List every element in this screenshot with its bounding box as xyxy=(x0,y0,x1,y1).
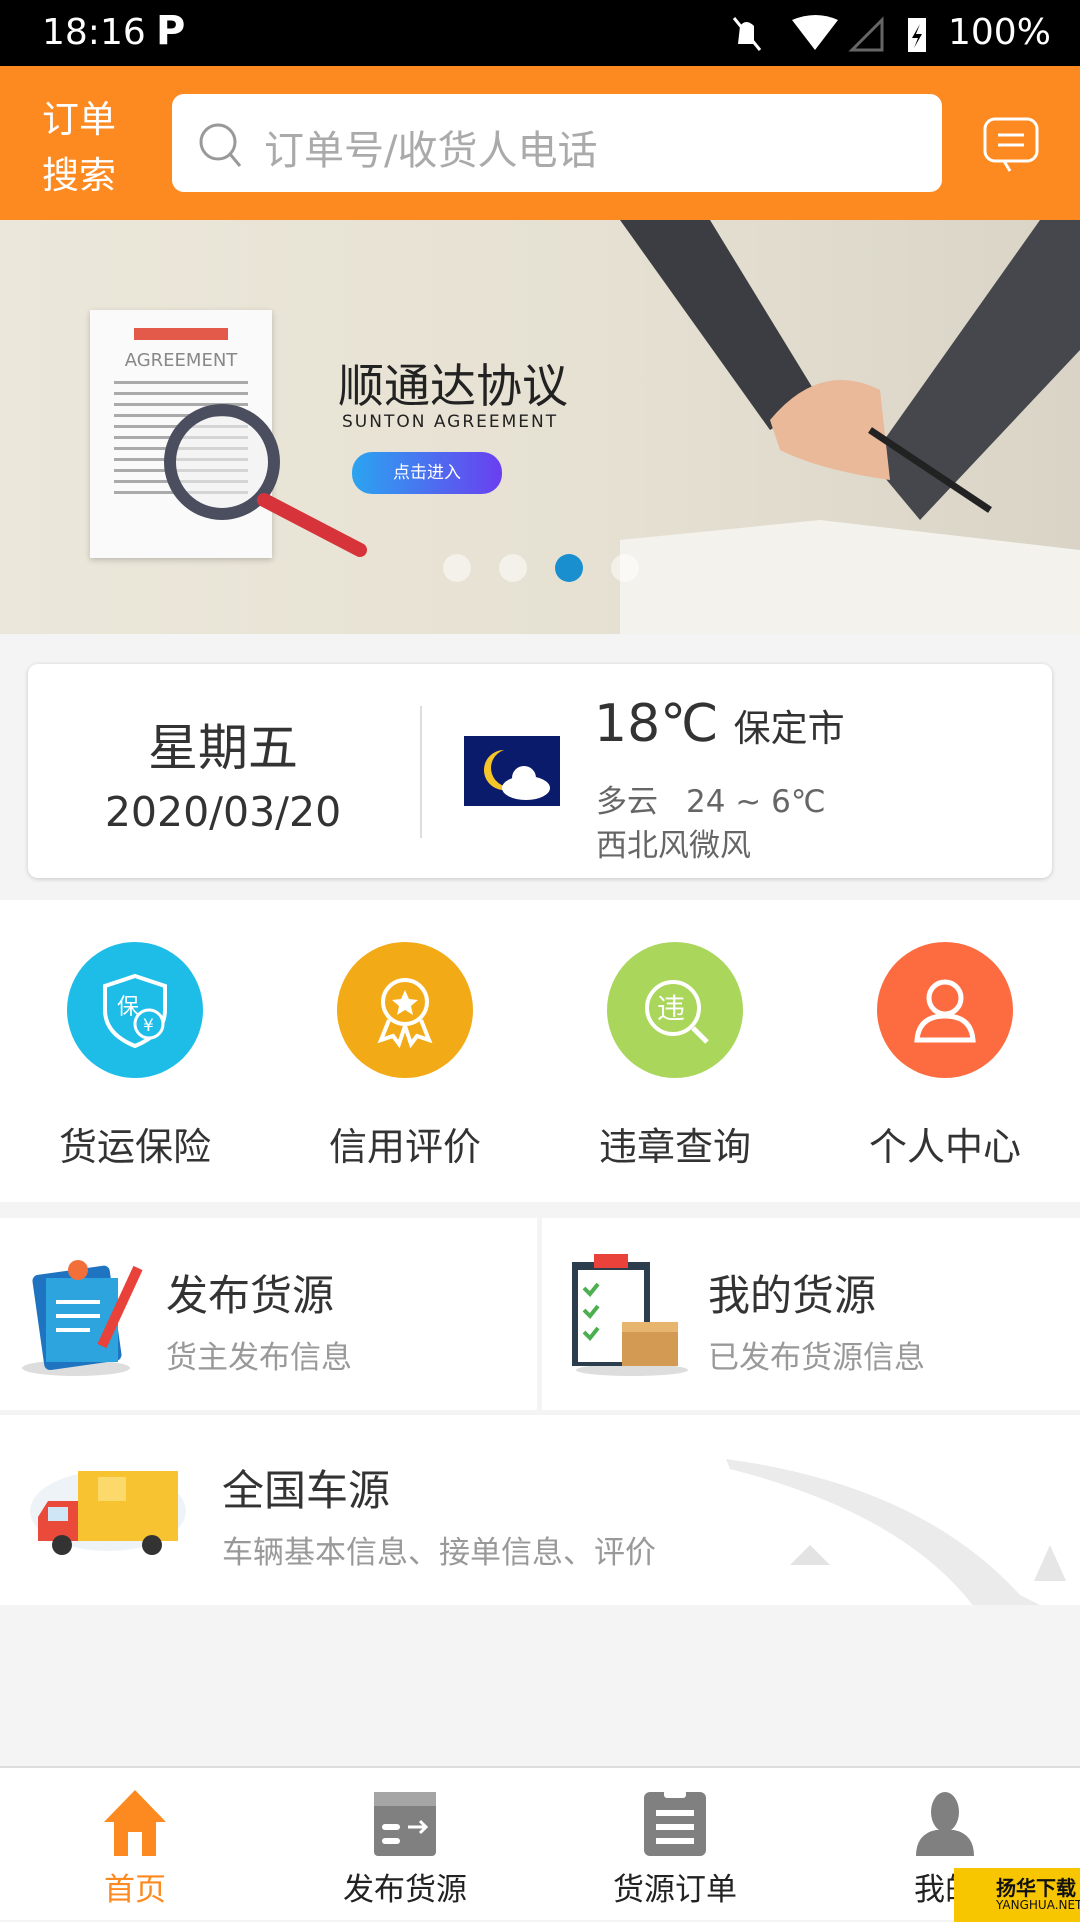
nav-home[interactable]: 首页 xyxy=(0,1768,270,1922)
doc-label: AGREEMENT xyxy=(124,350,238,371)
violation-search-icon: 违 xyxy=(607,942,743,1078)
nav-label: 发布货源 xyxy=(343,1872,467,1908)
weather-condition-line: 多云 24 ~ 6℃ xyxy=(596,776,826,821)
quick-action-profile[interactable]: 个人中心 xyxy=(810,900,1080,1200)
quick-action-label: 个人中心 xyxy=(868,1125,1021,1169)
bottom-nav: 首页 发布货源 货源订单 我的 扬华下载 YANGHUA.NET xyxy=(0,1766,1080,1922)
weekday: 星期五 xyxy=(148,719,298,777)
title-line: 订单 xyxy=(42,98,116,141)
date: 2020/03/20 xyxy=(104,788,342,836)
status-bar: 18:16 P 100% xyxy=(0,0,1080,66)
clipboard-box-icon xyxy=(572,1254,688,1376)
service-desc: 已发布货源信息 xyxy=(708,1340,925,1376)
truck-icon xyxy=(30,1471,186,1555)
service-title: 发布货源 xyxy=(166,1271,335,1320)
quick-action-label: 违章查询 xyxy=(598,1125,751,1169)
weather-card: 星期五 2020/03/20 18℃ 保定市 多云 24 ~ 6℃ 西北风微风 xyxy=(28,664,1052,878)
search-placeholder: 订单号/收货人电话 xyxy=(264,128,598,174)
carousel-dot[interactable] xyxy=(499,554,527,582)
condition: 多云 xyxy=(596,784,658,820)
carousel-dot[interactable] xyxy=(611,554,639,582)
wind: 西北风微风 xyxy=(596,828,751,864)
watermark-text: 扬华下载 xyxy=(996,1876,1076,1900)
service-desc: 车辆基本信息、接单信息、评价 xyxy=(222,1535,656,1571)
search-input[interactable]: 订单号/收货人电话 xyxy=(172,94,942,192)
svg-text:¥: ¥ xyxy=(143,1016,154,1036)
quick-action-credit[interactable]: 信用评价 xyxy=(270,900,540,1200)
quick-action-violation[interactable]: 违 违章查询 xyxy=(540,900,810,1200)
order-search-title: 订单 搜索 xyxy=(42,92,116,204)
clipboard-icon xyxy=(644,1790,706,1856)
publish-document-icon xyxy=(22,1260,143,1376)
carousel-dots xyxy=(443,554,639,582)
banner-cta-button[interactable]: 点击进入 xyxy=(352,452,502,494)
carousel-dot[interactable] xyxy=(443,554,471,582)
user-icon xyxy=(916,1792,974,1856)
quick-action-label: 信用评价 xyxy=(328,1125,481,1169)
banner-subtitle: SUNTON AGREEMENT xyxy=(342,412,559,432)
publish-cargo-card[interactable]: 发布货源 货主发布信息 xyxy=(0,1218,537,1410)
quick-action-insurance[interactable]: 保 ¥ 货运保险 xyxy=(0,900,270,1200)
person-icon xyxy=(877,942,1013,1078)
nav-publish-cargo[interactable]: 发布货源 xyxy=(270,1768,540,1922)
divider xyxy=(420,706,422,838)
nav-cargo-orders[interactable]: 货源订单 xyxy=(540,1768,810,1922)
svg-text:违: 违 xyxy=(657,992,685,1025)
road-illustration xyxy=(726,1459,1066,1605)
publish-box-icon xyxy=(374,1792,436,1856)
insurance-shield-icon: 保 ¥ xyxy=(67,942,203,1078)
city: 保定市 xyxy=(733,707,845,750)
watermark-logo: 扬华下载 YANGHUA.NET xyxy=(954,1868,1080,1922)
search-icon xyxy=(199,123,242,167)
status-time: 18:16 xyxy=(42,12,146,53)
carousel-dot-active[interactable] xyxy=(555,554,583,582)
svg-text:保: 保 xyxy=(117,995,139,1020)
nav-label: 首页 xyxy=(104,1872,166,1908)
my-cargo-card[interactable]: 我的货源 已发布货源信息 xyxy=(542,1218,1080,1410)
weather-main: 18℃ 保定市 xyxy=(594,694,845,754)
home-icon xyxy=(104,1790,166,1856)
temperature-range: 24 ~ 6℃ xyxy=(686,784,826,820)
medal-icon xyxy=(337,942,473,1078)
nav-label: 货源订单 xyxy=(613,1872,737,1908)
watermark-sub: YANGHUA.NET xyxy=(996,1898,1080,1912)
night-cloudy-icon xyxy=(464,736,560,806)
title-line: 搜索 xyxy=(42,154,116,197)
quick-actions-grid: 保 ¥ 货运保险 信用评价 违 违章查询 个人中心 xyxy=(0,900,1080,1202)
quick-action-label: 货运保险 xyxy=(58,1125,211,1169)
banner-title: 顺通达协议 xyxy=(338,359,568,413)
handshake-image xyxy=(620,220,1080,634)
parking-app-icon: P xyxy=(156,8,186,54)
message-icon[interactable] xyxy=(982,116,1040,174)
banner-carousel[interactable]: AGREEMENT 顺通达协议 SUNTON AGREEMENT 点击进入 xyxy=(0,220,1080,634)
service-desc: 货主发布信息 xyxy=(166,1340,352,1376)
national-vehicles-card[interactable]: 全国车源 车辆基本信息、接单信息、评价 xyxy=(0,1415,1080,1605)
battery-percent: 100% xyxy=(948,12,1051,53)
top-bar: 订单 搜索 订单号/收货人电话 xyxy=(0,66,1080,220)
temperature: 18℃ xyxy=(594,694,719,754)
service-title: 全国车源 xyxy=(222,1466,391,1515)
service-title: 我的货源 xyxy=(708,1271,877,1320)
